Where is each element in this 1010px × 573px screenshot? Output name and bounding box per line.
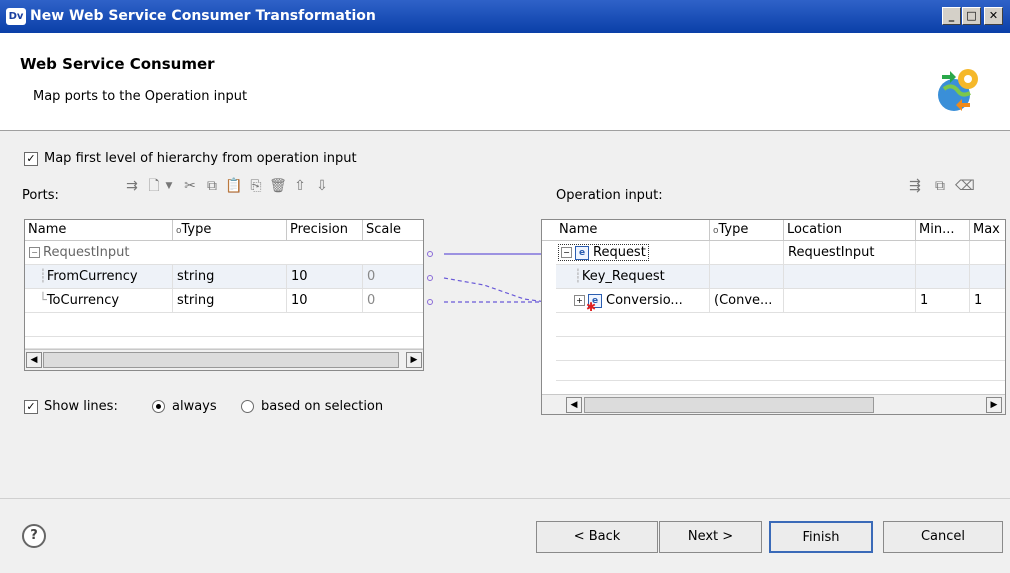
column-header-blank [542, 220, 556, 241]
table-row-cell-type[interactable]: string [173, 289, 287, 313]
footer-divider [0, 498, 1010, 499]
dropdown-arrow-icon[interactable]: ▼ [164, 176, 174, 196]
element-icon: e ✱ [586, 293, 602, 312]
paste-special-icon[interactable]: ⎘ [246, 176, 266, 196]
show-lines-always-label: always [172, 399, 217, 414]
table-row-empty [556, 337, 1005, 361]
table-row-cell-scale[interactable]: 0 [363, 289, 423, 313]
table-row-cell-type[interactable] [710, 265, 784, 289]
table-row-cell-precision[interactable]: 10 [287, 265, 363, 289]
scroll-right-icon[interactable]: ▶ [406, 352, 422, 368]
table-row-empty [556, 313, 1005, 337]
table-row-empty [25, 337, 423, 349]
element-icon: e [575, 245, 589, 260]
new-port-icon[interactable]: ⇉ [122, 176, 142, 196]
page-title: Web Service Consumer [20, 55, 215, 73]
window-title: New Web Service Consumer Transformation [30, 8, 376, 24]
table-row-cell-max[interactable]: 1 [970, 289, 1005, 313]
minimize-button[interactable]: _ [942, 7, 961, 25]
column-header-type[interactable]: oType [173, 220, 287, 241]
scroll-left-icon[interactable]: ◀ [566, 397, 582, 413]
table-row-cell-type[interactable]: (Conve... [710, 289, 784, 313]
column-header-name[interactable]: Name [556, 220, 710, 241]
show-lines-checkbox[interactable]: ✓ [24, 400, 38, 414]
table-row-cell-location[interactable]: RequestInput [784, 241, 916, 265]
table-row-cell-precision[interactable]: 10 [287, 289, 363, 313]
ports-label: Ports: [22, 188, 59, 203]
app-icon: Dv [6, 8, 26, 25]
table-row-cell-location[interactable] [784, 289, 916, 313]
table-row-cell-max[interactable] [970, 241, 1005, 265]
port-connector-icon [427, 299, 433, 305]
close-button[interactable]: ✕ [984, 7, 1003, 25]
ports-table: Name oType Precision Scale − RequestInput… [24, 219, 424, 371]
table-row-cell-type[interactable]: string [173, 265, 287, 289]
column-header-min[interactable]: Min... [916, 220, 970, 241]
new-file-icon[interactable]: 🗋 [144, 176, 164, 196]
table-row-cell-name[interactable]: ┊FromCurrency [25, 265, 173, 289]
map-first-level-checkbox[interactable]: ✓ [24, 152, 38, 166]
port-connector-icon [427, 251, 433, 257]
collapse-icon[interactable]: − [29, 247, 40, 258]
show-lines-always-radio[interactable] [152, 400, 165, 413]
show-lines-selection-label: based on selection [261, 399, 384, 414]
column-header-precision[interactable]: Precision [287, 220, 363, 241]
back-button[interactable]: < Back [536, 521, 658, 553]
operation-horizontal-scrollbar[interactable]: ◀ ▶ [542, 394, 1005, 414]
maximize-button[interactable]: □ [962, 7, 981, 25]
help-icon[interactable]: ? [22, 524, 46, 548]
collapse-icon[interactable]: − [561, 247, 572, 258]
mapping-lines [427, 250, 551, 306]
column-header-name[interactable]: Name [25, 220, 173, 241]
scroll-right-icon[interactable]: ▶ [986, 397, 1002, 413]
operation-input-label: Operation input: [556, 188, 663, 203]
table-row-cell-name[interactable]: └ToCurrency [25, 289, 173, 313]
page-subtitle: Map ports to the Operation input [33, 89, 248, 104]
scroll-thumb[interactable] [584, 397, 874, 413]
web-service-wizard-icon [938, 69, 978, 111]
map-first-level-label: Map first level of hierarchy from operat… [44, 151, 357, 166]
finish-button[interactable]: Finish [769, 521, 873, 553]
move-down-icon[interactable]: ⇩ [312, 176, 332, 196]
table-row-cell-name[interactable]: ┊Key_Request [556, 265, 710, 289]
copy-icon[interactable]: ⧉ [930, 176, 950, 196]
map-ports-icon[interactable]: ⇶ [905, 176, 925, 196]
column-header-type[interactable]: oType [710, 220, 784, 241]
wizard-header: Web Service Consumer Map ports to the Op… [0, 33, 1010, 131]
title-bar: Dv New Web Service Consumer Transformati… [0, 0, 1010, 33]
show-lines-selection-radio[interactable] [241, 400, 254, 413]
table-row-parent[interactable]: − RequestInput [25, 241, 423, 265]
table-row-empty [556, 361, 1005, 381]
error-icon: ✱ [586, 299, 597, 313]
table-row-cell-min[interactable] [916, 265, 970, 289]
table-row-cell-type[interactable] [710, 241, 784, 265]
ports-horizontal-scrollbar[interactable]: ◀ ▶ [25, 349, 423, 370]
paste-icon[interactable]: 📋 [224, 176, 244, 196]
table-row-cell-min[interactable]: 1 [916, 289, 970, 313]
column-header-scale[interactable]: Scale [363, 220, 423, 241]
port-connector-icon [427, 275, 433, 281]
table-row-empty [25, 313, 423, 337]
cut-icon[interactable]: ✂ [180, 176, 200, 196]
next-button[interactable]: Next > [659, 521, 762, 553]
expand-icon[interactable]: + [574, 295, 585, 306]
column-header-max[interactable]: Max [970, 220, 1005, 241]
table-row-cell-max[interactable] [970, 265, 1005, 289]
table-row-cell-location[interactable] [784, 265, 916, 289]
table-row-cell-name[interactable]: − e Request [556, 241, 710, 265]
cancel-button[interactable]: Cancel [883, 521, 1003, 553]
table-row-cell-name[interactable]: + e ✱ Conversio... [556, 289, 710, 313]
show-lines-label: Show lines: [44, 399, 118, 414]
table-row-cell-scale[interactable]: 0 [363, 265, 423, 289]
copy-icon[interactable]: ⧉ [202, 176, 222, 196]
scroll-thumb[interactable] [43, 352, 399, 368]
move-up-icon[interactable]: ⇧ [290, 176, 310, 196]
delete-icon[interactable]: 🗑 [268, 176, 288, 196]
table-row-cell-min[interactable] [916, 241, 970, 265]
clear-mapping-icon[interactable]: ⌫ [955, 176, 975, 196]
operation-input-table: Name oType Location Min... Max − e Request… [541, 219, 1006, 415]
scroll-left-icon[interactable]: ◀ [26, 352, 42, 368]
column-header-location[interactable]: Location [784, 220, 916, 241]
